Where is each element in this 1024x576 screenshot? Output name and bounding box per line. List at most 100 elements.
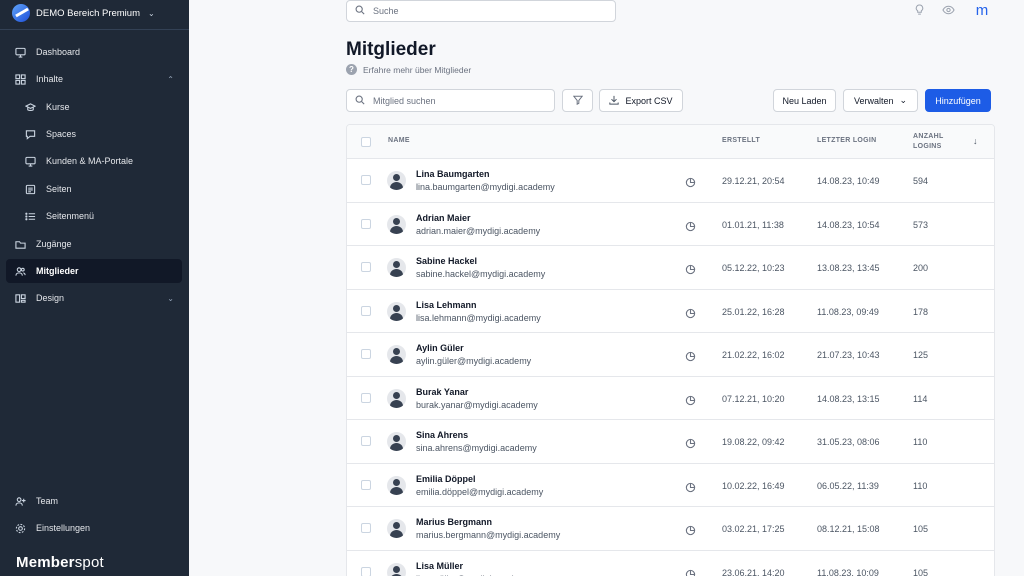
sidebar-item-einstellungen[interactable]: Einstellungen <box>6 516 182 540</box>
member-name[interactable]: Emilia Döppel <box>416 474 476 484</box>
table-row[interactable]: Sina Ahrens sina.ahrens@mydigi.academy 19.… <box>347 420 994 464</box>
member-name[interactable]: Aylin Güler <box>416 343 464 353</box>
column-header-last-login[interactable]: LETZTER LOGIN <box>817 137 877 144</box>
created-date: 19.08.22, 09:42 <box>722 437 785 447</box>
stats-icon[interactable] <box>685 567 696 576</box>
table-row[interactable]: Lisa Lehmann lisa.lehmann@mydigi.academy 2… <box>347 290 994 333</box>
grid-icon <box>15 73 26 85</box>
sidebar-item-label: Dashboard <box>36 47 81 57</box>
table-row[interactable]: Aylin Güler aylin.güler@mydigi.academy 21.… <box>347 333 994 377</box>
last-login-date: 06.05.22, 11:39 <box>817 480 879 491</box>
column-header-created[interactable]: ERSTELLT <box>722 137 760 144</box>
export-csv-button[interactable]: Export CSV <box>599 89 683 112</box>
workspace-name: DEMO Bereich Premium <box>36 7 140 19</box>
row-checkbox[interactable] <box>361 305 371 316</box>
member-email: lisa.lehmann@mydigi.academy <box>416 312 541 323</box>
stats-icon[interactable] <box>685 349 696 362</box>
brand-logo: Memberspot <box>16 554 104 571</box>
search-icon <box>355 5 365 17</box>
table-row[interactable]: Adrian Maier adrian.maier@mydigi.academy 0… <box>347 203 994 246</box>
monitor-icon <box>15 47 26 58</box>
member-email: sina.ahrens@mydigi.academy <box>416 443 537 453</box>
select-all-checkbox[interactable] <box>361 137 371 147</box>
download-icon <box>609 95 620 107</box>
row-checkbox[interactable] <box>361 479 371 490</box>
sidebar-item-dashboard[interactable]: Dashboard <box>6 40 182 64</box>
global-search-input[interactable]: Suche <box>346 0 616 22</box>
reload-button[interactable]: Neu Laden <box>773 89 836 112</box>
stats-icon[interactable] <box>685 262 696 275</box>
help-link[interactable]: ? Erfahre mehr über Mitglieder <box>346 64 471 75</box>
sort-desc-icon[interactable]: ↓ <box>973 136 978 146</box>
sidebar-item-label: Seiten <box>46 184 72 194</box>
member-name[interactable]: Sabine Hackel <box>416 256 477 266</box>
row-checkbox[interactable] <box>361 523 371 533</box>
member-name[interactable]: Lisa Lehmann <box>416 300 477 310</box>
workspace-switcher[interactable]: DEMO Bereich Premium ⌄ <box>12 3 155 23</box>
row-checkbox[interactable] <box>361 218 371 229</box>
avatar <box>387 475 406 495</box>
member-name[interactable]: Lina Baumgarten <box>416 169 490 179</box>
table-row[interactable]: Emilia Döppel emilia.döppel@mydigi.academ… <box>347 464 994 507</box>
member-name[interactable]: Marius Bergmann <box>416 517 492 527</box>
sidebar-item-inhalte[interactable]: Inhalte ⌃ <box>6 67 182 91</box>
table-row[interactable]: Burak Yanar burak.yanar@mydigi.academy 07.… <box>347 377 994 420</box>
sidebar-item-team[interactable]: Team <box>6 489 182 513</box>
filter-button[interactable] <box>562 89 593 112</box>
memberspot-mark-icon[interactable]: m <box>972 2 992 19</box>
member-email: aylin.güler@mydigi.academy <box>416 356 532 366</box>
add-member-button[interactable]: Hinzufügen <box>925 89 991 112</box>
login-count: 594 <box>913 176 929 186</box>
stats-icon[interactable] <box>685 436 696 449</box>
avatar <box>387 432 406 451</box>
row-checkbox[interactable] <box>361 175 371 185</box>
table-row[interactable]: Marius Bergmann marius.bergmann@mydigi.ac… <box>347 507 994 551</box>
last-login-date: 31.05.23, 08:06 <box>817 437 880 447</box>
manage-dropdown[interactable]: Verwalten ⌄ <box>843 89 918 112</box>
sidebar-item-seitenmenu[interactable]: Seitenmenü <box>6 204 182 228</box>
sidebar-item-seiten[interactable]: Seiten <box>6 177 182 201</box>
export-label: Export CSV <box>625 95 673 106</box>
member-name[interactable]: Sina Ahrens <box>416 430 468 440</box>
column-header-name[interactable]: NAME <box>388 137 410 144</box>
sidebar-item-mitglieder[interactable]: Mitglieder <box>6 259 182 283</box>
last-login-date: 14.08.23, 10:54 <box>817 219 880 230</box>
table-row[interactable]: Sabine Hackel sabine.hackel@mydigi.academ… <box>347 246 994 290</box>
row-checkbox[interactable] <box>361 349 371 359</box>
search-placeholder: Mitglied suchen <box>373 95 436 106</box>
stats-icon[interactable] <box>685 480 696 492</box>
table-row[interactable]: Lisa Müllerlisa.müller@mydigi.academy23.… <box>347 551 994 576</box>
sidebar-item-kurse[interactable]: Kurse <box>6 95 182 119</box>
sidebar-item-spaces[interactable]: Spaces <box>6 122 182 146</box>
row-checkbox[interactable] <box>361 262 371 272</box>
chat-bubble-icon <box>25 129 36 140</box>
folder-icon <box>15 239 26 250</box>
design-icon <box>15 293 26 304</box>
sidebar-item-design[interactable]: Design ⌄ <box>6 286 182 310</box>
sidebar-item-kunden-ma-portale[interactable]: Kunden & MA-Portale <box>6 149 182 173</box>
stats-icon[interactable] <box>685 393 696 405</box>
column-header-logins[interactable]: ANZAHL LOGINS <box>913 132 944 152</box>
member-name[interactable]: Lisa Müller <box>416 561 463 571</box>
member-name[interactable]: Adrian Maier <box>416 213 471 223</box>
created-date: 29.12.21, 20:54 <box>722 176 785 186</box>
login-count: 105 <box>913 567 929 576</box>
row-checkbox[interactable] <box>361 392 371 403</box>
sidebar-item-zugange[interactable]: Zugänge <box>6 232 182 256</box>
row-checkbox[interactable] <box>361 436 371 446</box>
table-row[interactable]: Lina Baumgarten lina.baumgarten@mydigi.ac… <box>347 159 994 203</box>
member-search-input[interactable]: Mitglied suchen <box>346 89 555 112</box>
created-date: 23.06.21, 14:20 <box>722 567 785 576</box>
last-login-date: 21.07.23, 10:43 <box>817 350 880 360</box>
lightbulb-icon[interactable] <box>912 3 926 17</box>
list-icon <box>25 211 36 222</box>
stats-icon[interactable] <box>685 523 696 536</box>
row-checkbox[interactable] <box>361 566 371 576</box>
stats-icon[interactable] <box>685 219 696 231</box>
stats-icon[interactable] <box>685 306 696 318</box>
avatar <box>387 171 406 190</box>
stats-icon[interactable] <box>685 175 696 188</box>
member-name[interactable]: Burak Yanar <box>416 387 468 397</box>
eye-icon[interactable] <box>941 3 955 17</box>
avatar <box>387 214 406 234</box>
